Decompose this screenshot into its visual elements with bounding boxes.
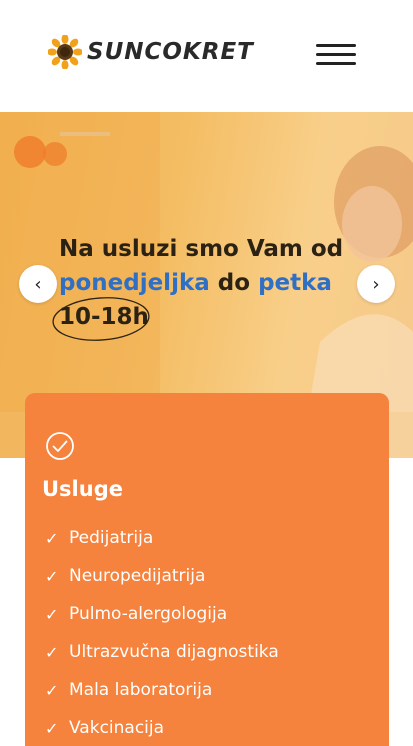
service-item[interactable]: ✓ Pedijatrija [45,519,279,557]
checkmark-icon: ✓ [45,642,59,662]
carousel-prev-button[interactable]: ‹ [19,265,57,303]
sunflower-icon [48,35,82,69]
service-item[interactable]: ✓ Pulmo-alergologija [45,595,279,633]
service-label: Pulmo-alergologija [69,604,228,624]
chevron-right-icon: › [372,273,380,295]
service-label: Ultrazvučna dijagnostika [69,642,279,662]
checkmark-icon: ✓ [45,680,59,700]
hero-from-day: ponedjeljka [59,270,210,296]
check-circle-icon [46,432,74,460]
service-label: Vakcinacija [69,718,165,738]
hero-connector: do [217,270,251,296]
service-item[interactable]: ✓ Mala laboratorija [45,671,279,709]
service-item[interactable]: ✓ Vakcinacija [45,709,279,746]
checkmark-icon: ✓ [45,718,59,738]
service-label: Pedijatrija [69,528,154,548]
carousel-next-button[interactable]: › [357,265,395,303]
service-item[interactable]: ✓ Ultrazvučna dijagnostika [45,633,279,671]
hero-line1: Na usluzi smo Vam od [59,236,344,262]
chevron-left-icon: ‹ [34,273,42,295]
hero-to-day: petka [258,270,332,296]
services-title: Usluge [42,477,123,501]
service-label: Mala laboratorija [69,680,213,700]
site-header: SUNCOKRET [0,0,413,112]
logo-text: SUNCOKRET [87,39,254,65]
services-list: ✓ Pedijatrija ✓ Neuropedijatrija ✓ Pulmo-al… [45,519,279,746]
hero-heading: Na usluzi smo Vam od ponedjeljka do petk… [52,232,379,341]
hand-drawn-circle-icon [52,297,150,341]
checkmark-icon: ✓ [45,566,59,586]
services-card: Usluge ✓ Pedijatrija ✓ Neuropedijatrija ✓ P… [25,393,389,746]
site-logo[interactable]: SUNCOKRET [48,32,254,72]
hamburger-menu-button[interactable] [316,40,358,68]
checkmark-icon: ✓ [45,604,59,624]
service-item[interactable]: ✓ Neuropedijatrija [45,557,279,595]
hero-hours-block: 10-18h [52,297,150,341]
service-label: Neuropedijatrija [69,566,206,586]
checkmark-icon: ✓ [45,528,59,548]
